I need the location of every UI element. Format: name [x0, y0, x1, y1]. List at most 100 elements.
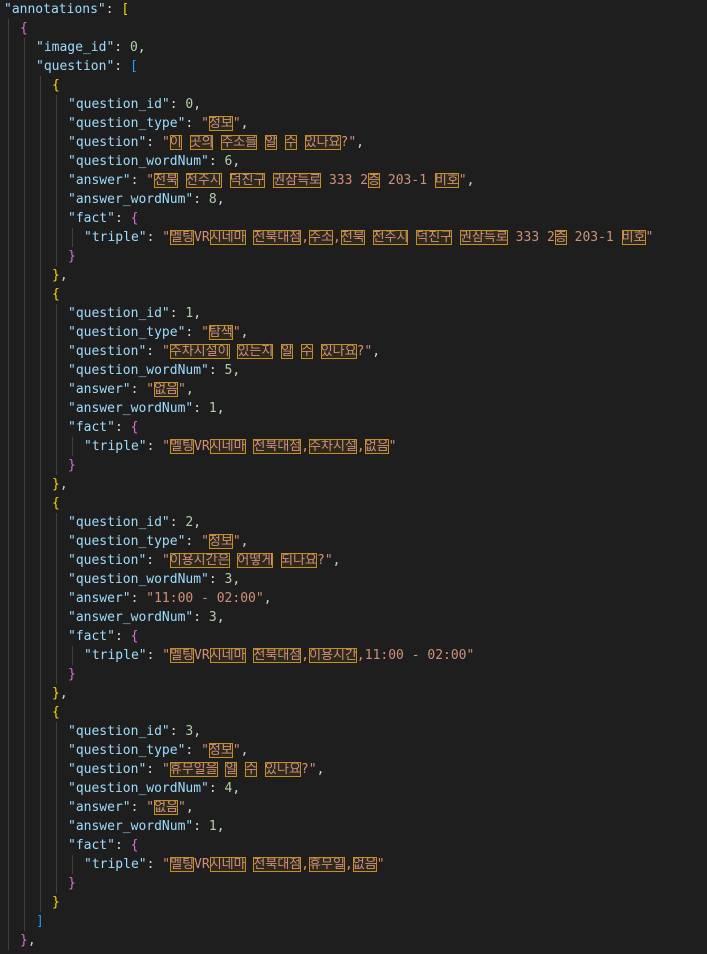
code-line[interactable]: "question": "휴무일을 알 수 있나요?", [68, 760, 324, 779]
code-line[interactable]: "question": "이 곳의 주소를 알 수 있나요?", [68, 133, 364, 152]
code-line[interactable]: "question_id": 3, [68, 722, 201, 741]
code-token: "answer" [68, 173, 131, 188]
highlighted-token: 전북 [340, 230, 365, 245]
highlighted-token: 멜팅 [170, 857, 195, 872]
code-token: " [201, 116, 209, 131]
code-line[interactable]: } [68, 665, 76, 684]
code-line[interactable]: { [52, 494, 60, 513]
code-line[interactable]: "triple": "멜팅VR시네마 전북대점,이용시간,11:00 - 02:… [84, 646, 474, 665]
code-line[interactable]: "fact": { [68, 836, 138, 855]
code-line[interactable]: "question_wordNum": 3, [68, 570, 240, 589]
code-line[interactable]: { [52, 703, 60, 722]
code-line[interactable]: "answer_wordNum": 1, [68, 817, 225, 836]
code-token: "triple" [84, 230, 147, 245]
code-line[interactable]: }, [52, 475, 68, 494]
code-token: : [208, 572, 225, 587]
code-line[interactable]: } [52, 893, 60, 912]
code-token: , [356, 439, 365, 454]
highlighted-token: 전북 [154, 173, 179, 188]
code-line[interactable]: "answer_wordNum": 3, [68, 608, 225, 627]
code-token: ?" [317, 553, 333, 568]
code-token: : [185, 116, 202, 131]
code-token: { [52, 78, 60, 93]
code-line[interactable]: }, [20, 931, 36, 950]
code-line[interactable]: "answer_wordNum": 1, [68, 399, 225, 418]
code-line[interactable]: { [52, 285, 60, 304]
code-line[interactable]: "triple": "멜팅VR시네마 전북대점,주소,전북 전주시 덕진구 권삼… [84, 228, 653, 247]
code-token: " [146, 173, 155, 188]
indent-guide [56, 513, 57, 684]
code-line[interactable]: "question_id": 0, [68, 95, 201, 114]
code-token: "fact" [68, 420, 115, 435]
code-line[interactable]: "question": "이용시간은 어떻게 되나요?", [68, 551, 341, 570]
code-line[interactable]: { [52, 76, 60, 95]
highlighted-token: 정보 [208, 534, 233, 549]
code-token: 333 2 [507, 230, 555, 245]
code-token: " [162, 439, 171, 454]
code-line[interactable]: ] [36, 912, 44, 931]
code-line[interactable]: { [20, 19, 28, 38]
code-token: : [193, 819, 209, 834]
highlighted-token: 있는지 [237, 344, 274, 359]
code-token: [ [121, 2, 130, 17]
code-token: , [301, 857, 310, 872]
code-line[interactable]: "question_wordNum": 6, [68, 152, 240, 171]
code-line[interactable]: "answer": "없음", [68, 798, 194, 817]
code-token: , [333, 230, 341, 245]
code-token: " [388, 439, 397, 454]
code-token: , [27, 933, 36, 948]
code-token: " [458, 173, 467, 188]
code-line[interactable]: "fact": { [68, 209, 138, 228]
indent-guide [40, 76, 41, 912]
code-line[interactable]: "question_type": "정보", [68, 114, 248, 133]
code-line[interactable]: }, [52, 684, 68, 703]
code-token: 203-1 [380, 173, 435, 188]
code-token: " [376, 857, 385, 872]
code-line[interactable]: "fact": { [68, 418, 138, 437]
code-line[interactable]: "question_wordNum": 4, [68, 779, 240, 798]
code-token: VR [194, 857, 210, 872]
code-line[interactable]: "question": [ [36, 57, 138, 76]
code-line[interactable]: "question_type": "정보", [68, 532, 248, 551]
code-token: : [146, 553, 162, 568]
code-line[interactable]: "triple": "멜팅VR시네마 전북대점,휴무일,없음" [84, 855, 385, 874]
code-line[interactable]: } [68, 456, 76, 475]
code-token: : [208, 363, 225, 378]
code-token: " [162, 230, 171, 245]
code-line[interactable]: "question_type": "정보", [68, 741, 248, 760]
code-line[interactable]: "triple": "멜팅VR시네마 전북대점,주차시설,없음" [84, 437, 397, 456]
code-line[interactable]: "question_id": 1, [68, 304, 201, 323]
highlighted-token: 시네마 [209, 439, 246, 454]
code-line[interactable]: "answer_wordNum": 8, [68, 190, 225, 209]
highlighted-token: 덕진구 [416, 230, 453, 245]
code-line[interactable]: "annotations": [ [4, 0, 129, 19]
code-token: " [201, 743, 209, 758]
code-line[interactable]: "fact": { [68, 627, 138, 646]
code-line[interactable]: }, [52, 266, 68, 285]
code-token: "question_wordNum" [68, 154, 209, 169]
code-line[interactable]: "answer": "전북 전주시 덕진구 권삼득로 333 2층 203-1 … [68, 171, 474, 190]
code-line[interactable]: "question": "주차시설이 있는지 알 수 있나요?", [68, 342, 380, 361]
code-line[interactable]: "answer": "11:00 - 02:00", [68, 589, 272, 608]
code-token: 8 [208, 192, 217, 207]
code-token: "triple" [84, 439, 147, 454]
indent-guide [24, 38, 25, 931]
code-line[interactable]: } [68, 247, 76, 266]
highlighted-token: 정보 [208, 743, 233, 758]
code-token: , [193, 306, 202, 321]
code-token: " [201, 325, 209, 340]
code-line[interactable]: } [68, 874, 76, 893]
code-line[interactable]: "question_type": "탐색", [68, 323, 248, 342]
code-editor[interactable]: "annotations": [{"image_id": 0, "question… [0, 0, 707, 954]
code-line[interactable]: "image_id": 0, [36, 38, 146, 57]
code-line[interactable]: "question_wordNum": 5, [68, 361, 240, 380]
highlighted-token: 이 [169, 135, 182, 150]
code-token: "question_type" [68, 116, 186, 131]
code-token: } [52, 477, 60, 492]
code-line[interactable]: "answer": "없음", [68, 380, 194, 399]
code-line[interactable]: "question_id": 2, [68, 513, 201, 532]
